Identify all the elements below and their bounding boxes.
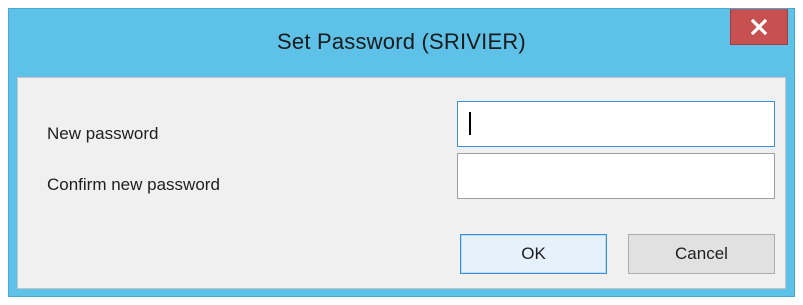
set-password-dialog: Set Password (SRIVIER) New password Conf… [8,8,795,297]
confirm-password-field[interactable] [457,153,775,199]
new-password-field[interactable] [457,101,775,147]
ok-button[interactable]: OK [460,234,607,274]
confirm-password-label: Confirm new password [47,175,220,194]
close-button[interactable] [730,9,788,45]
title-bar[interactable]: Set Password (SRIVIER) [9,9,794,77]
cancel-button[interactable]: Cancel [628,234,775,274]
dialog-body: New password Confirm new password OK Can… [17,77,786,289]
dialog-title: Set Password (SRIVIER) [277,29,526,54]
text-caret [469,112,471,135]
close-x-icon [751,18,767,35]
new-password-label: New password [47,124,159,143]
